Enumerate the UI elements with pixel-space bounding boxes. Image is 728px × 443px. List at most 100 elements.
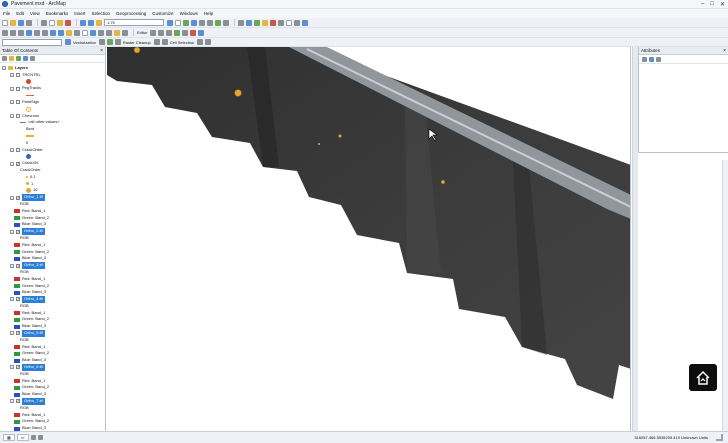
sketch-tool-icon[interactable] — [246, 19, 252, 26]
cut-icon[interactable] — [41, 19, 47, 26]
edit-tool-icon[interactable] — [238, 19, 244, 26]
select-cells-icon[interactable] — [197, 39, 204, 45]
crack-point[interactable] — [441, 180, 445, 184]
toc-layer[interactable]: − TRCNTRL — [2, 72, 105, 79]
crack-point[interactable] — [133, 47, 141, 54]
forward-extent-icon[interactable] — [58, 29, 64, 36]
copy-icon[interactable] — [49, 19, 55, 26]
toc-root[interactable]: − Layers — [2, 65, 105, 72]
crack-point[interactable] — [234, 89, 242, 97]
toc-raster-layer[interactable]: − ✓ Ortho_6.tif — [2, 364, 105, 371]
collapse-icon[interactable]: − — [10, 365, 14, 370]
minimize-icon[interactable]: – — [701, 1, 704, 8]
split-icon[interactable] — [270, 19, 276, 26]
cell-selection-menu[interactable]: Cell Selection — [170, 40, 194, 45]
maximize-icon[interactable]: □ — [710, 1, 714, 8]
catalog-icon[interactable] — [183, 19, 189, 26]
help-icon[interactable] — [223, 19, 229, 26]
model-builder-icon[interactable] — [215, 19, 221, 26]
map-scale-combo[interactable]: 1:75 — [104, 19, 164, 26]
fixed-zoom-out-icon[interactable] — [42, 29, 48, 36]
menu-geoprocessing[interactable]: Geoprocessing — [116, 11, 146, 16]
find-icon[interactable] — [98, 29, 104, 36]
layer-visibility-checkbox[interactable]: ✓ — [16, 365, 20, 370]
menu-insert[interactable]: Insert — [74, 11, 85, 16]
list-by-selection-icon[interactable] — [23, 56, 28, 61]
toc-layer[interactable]: − Chevrons — [2, 113, 105, 120]
toc-close-icon[interactable]: × — [100, 47, 103, 55]
crack-point[interactable] — [338, 134, 342, 138]
brush-icon[interactable] — [161, 39, 168, 45]
list-by-drawing-order-icon[interactable] — [2, 56, 7, 61]
raster-layer-name[interactable]: Ortho_7.tif — [22, 398, 45, 405]
collapse-icon[interactable]: − — [10, 263, 14, 268]
straight-segment-icon[interactable] — [158, 29, 165, 36]
zoom-in-icon[interactable] — [2, 29, 8, 36]
editor-menu[interactable]: Editor — [137, 30, 147, 35]
raster-snapping-icon[interactable] — [65, 39, 71, 45]
pan-icon[interactable] — [18, 29, 24, 36]
layer-visibility-checkbox[interactable] — [16, 73, 20, 78]
trace-icon[interactable] — [166, 29, 173, 36]
menu-bookmarks[interactable]: Bookmarks — [46, 11, 69, 16]
collapse-icon[interactable]: − — [10, 297, 14, 302]
vectorization-menu[interactable]: Vectorization — [73, 40, 96, 45]
collapse-icon[interactable]: − — [10, 331, 14, 336]
new-document-icon[interactable] — [2, 19, 8, 26]
target-layer-combo[interactable] — [2, 38, 62, 46]
menu-windows[interactable]: Windows — [180, 11, 198, 16]
home-button[interactable] — [689, 364, 717, 391]
measure-icon[interactable] — [106, 29, 112, 36]
pause-drawing-icon[interactable] — [37, 435, 43, 440]
collapse-icon[interactable]: − — [10, 161, 14, 166]
layer-visibility-checkbox[interactable]: ✓ — [16, 161, 20, 166]
layout-view-tab[interactable]: ▭ — [16, 434, 29, 441]
menu-customize[interactable]: Customize — [152, 11, 173, 16]
fixed-zoom-in-icon[interactable] — [34, 29, 40, 36]
show-preview-icon[interactable] — [114, 39, 121, 45]
collapse-icon[interactable]: − — [10, 195, 14, 200]
layer-visibility-checkbox[interactable]: ✓ — [16, 331, 20, 336]
toc-raster-layer[interactable]: − ✓ Ortho_3.tif — [2, 262, 105, 269]
layer-visibility-checkbox[interactable] — [16, 113, 20, 118]
python-window-icon[interactable] — [207, 19, 213, 26]
undo-icon[interactable] — [80, 19, 86, 26]
identify-icon[interactable] — [90, 29, 96, 36]
hyperlink-icon[interactable] — [114, 29, 120, 36]
collapse-icon[interactable]: − — [10, 113, 14, 118]
attributes-icon[interactable] — [286, 19, 292, 26]
editor-toolbar-icon[interactable] — [167, 19, 173, 26]
print-icon[interactable] — [26, 19, 32, 26]
search-window-icon[interactable] — [191, 19, 197, 26]
cell-tools-icon[interactable] — [205, 39, 212, 45]
raster-cleanup-menu[interactable]: Raster Cleanup — [123, 40, 151, 45]
map-view[interactable] — [107, 47, 631, 431]
attribute-table-icon[interactable] — [198, 29, 205, 36]
collapse-icon[interactable]: − — [2, 66, 6, 71]
menu-help[interactable]: Help — [204, 11, 213, 16]
layer-visibility-checkbox[interactable]: ✓ — [16, 195, 20, 200]
html-popup-icon[interactable] — [122, 29, 128, 36]
erase-icon[interactable] — [153, 39, 160, 45]
select-elements-icon[interactable] — [82, 29, 88, 36]
toc-raster-layer[interactable]: − ✓ Ortho_2.tif — [2, 228, 105, 235]
snapping-icon[interactable] — [182, 29, 189, 36]
toc-layer[interactable]: − PaintSign — [2, 99, 105, 106]
refresh-icon[interactable] — [30, 435, 36, 440]
collapse-icon[interactable]: − — [10, 86, 14, 91]
resize-grip-icon[interactable] — [716, 434, 723, 441]
delete-icon[interactable] — [65, 19, 71, 26]
topology-icon[interactable] — [174, 29, 181, 36]
cut-polygon-icon[interactable] — [262, 19, 268, 26]
menu-view[interactable]: View — [30, 11, 40, 16]
create-features-icon[interactable] — [302, 19, 308, 26]
back-extent-icon[interactable] — [50, 29, 56, 36]
layer-visibility-checkbox[interactable] — [16, 86, 20, 91]
reshape-icon[interactable] — [254, 19, 260, 26]
collapse-icon[interactable]: − — [10, 100, 14, 105]
menu-selection[interactable]: Selection — [92, 11, 111, 16]
data-view-tab[interactable]: ▦ — [3, 434, 15, 441]
map-canvas[interactable] — [107, 47, 631, 431]
raster-layer-name[interactable]: Ortho_5.tif — [22, 330, 45, 337]
menu-edit[interactable]: Edit — [16, 11, 24, 16]
